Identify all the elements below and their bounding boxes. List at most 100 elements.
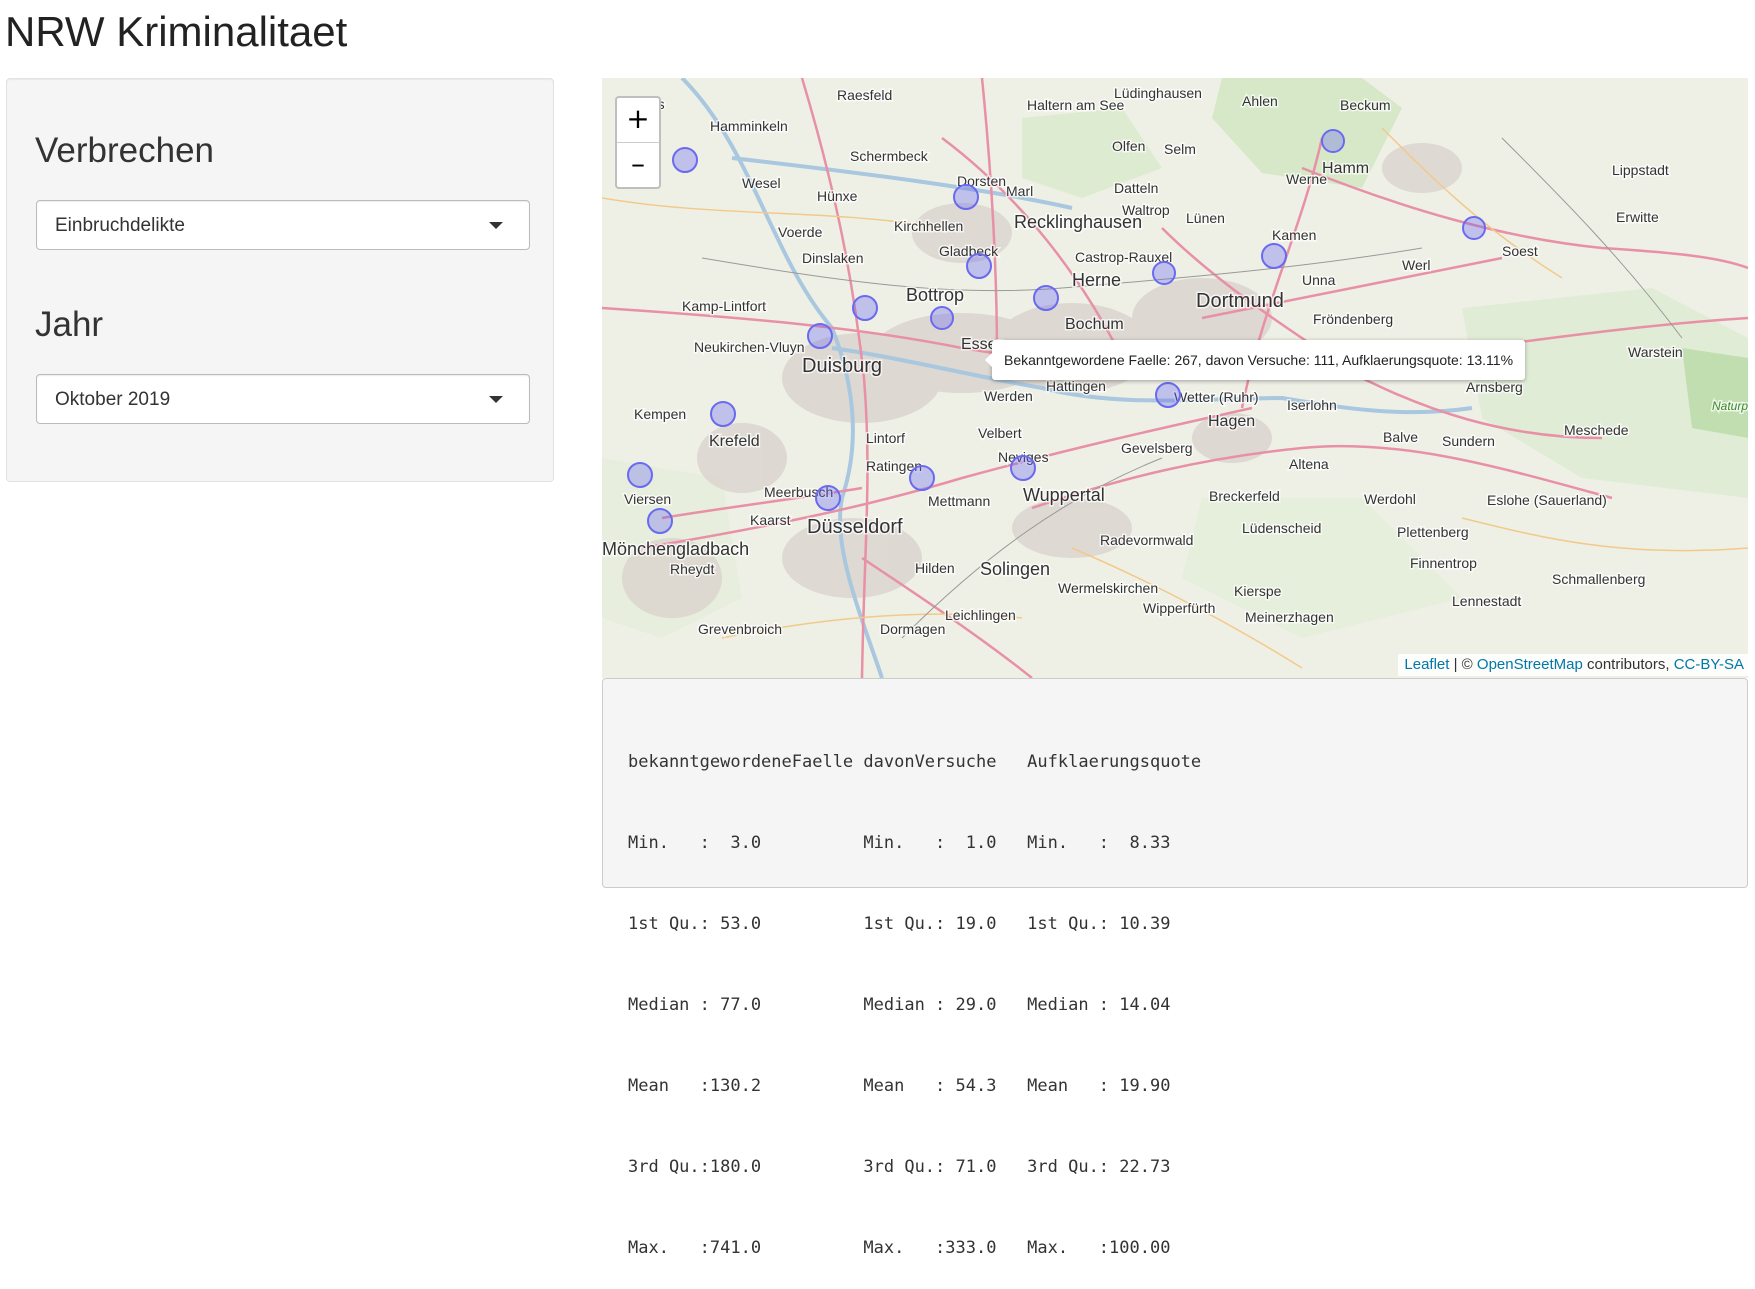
place-label: Wesel [742, 175, 781, 191]
place-label: Erwitte [1616, 209, 1659, 225]
place-label: Fröndenberg [1313, 311, 1393, 327]
place-label: Dormagen [880, 621, 945, 637]
place-label: Naturpark Arnsberger Wald [1712, 399, 1748, 413]
place-label: Lünen [1186, 210, 1225, 226]
place-label: Lennestadt [1452, 593, 1521, 609]
place-label: Gevelsberg [1121, 440, 1193, 456]
place-label: Marl [1006, 183, 1033, 199]
district-marker[interactable] [930, 306, 954, 330]
place-label: Finnentrop [1410, 555, 1477, 571]
district-marker[interactable] [1261, 243, 1287, 269]
place-label: Gladbeck [939, 243, 999, 259]
place-label: Kaarst [750, 512, 791, 528]
place-label: Kierspe [1234, 583, 1282, 599]
year-label: Jahr [35, 305, 104, 344]
place-label: Kirchhellen [894, 218, 963, 234]
place-label: Hagen [1208, 413, 1255, 430]
zoom-out-button[interactable]: – [617, 143, 659, 187]
place-label: Lintorf [866, 430, 905, 446]
place-label: Voerde [778, 224, 823, 240]
district-marker[interactable] [647, 508, 673, 534]
place-label: Bochum [1065, 316, 1124, 333]
place-label: Warstein [1628, 344, 1683, 360]
place-label: Arnsberg [1466, 379, 1523, 395]
place-label: Kamen [1272, 227, 1316, 243]
year-select[interactable]: Oktober 2019 [36, 374, 530, 424]
crime-label: Verbrechen [35, 131, 215, 170]
place-label: Sundern [1442, 433, 1495, 449]
place-label: Hamminkeln [710, 118, 788, 134]
district-marker[interactable] [1152, 261, 1176, 285]
district-marker[interactable] [966, 253, 992, 279]
place-label: Iserlohn [1287, 397, 1337, 413]
district-marker[interactable] [672, 147, 698, 173]
district-marker[interactable] [627, 462, 653, 488]
map-attribution: Leaflet | © OpenStreetMap contributors, … [1398, 654, 1750, 676]
place-label: Datteln [1114, 180, 1158, 196]
place-label: Wipperfürth [1143, 600, 1215, 616]
place-label: Meinerzhagen [1245, 609, 1334, 625]
license-link[interactable]: CC-BY-SA [1674, 656, 1744, 673]
map-tooltip: Bekanntgewordene Faelle: 267, davon Vers… [984, 340, 1526, 380]
place-label: Schermbeck [850, 148, 929, 164]
place-label: Dinslaken [802, 250, 863, 266]
place-label: Solingen [980, 559, 1050, 579]
place-label: Duisburg [802, 355, 882, 377]
place-label: Ahlen [1242, 93, 1278, 109]
place-label: Leichlingen [945, 607, 1016, 623]
place-label: Wuppertal [1023, 485, 1105, 505]
place-label: Plettenberg [1397, 524, 1469, 540]
district-marker[interactable] [807, 323, 833, 349]
place-label: Hilden [915, 560, 955, 576]
place-label: Krefeld [709, 433, 760, 450]
summary-line: Median : 77.0 Median : 29.0 Median : 14.… [628, 995, 1202, 1015]
place-label: Altena [1289, 456, 1329, 472]
district-marker[interactable] [953, 184, 979, 210]
summary-line: Max. :741.0 Max. :333.0 Max. :100.00 [628, 1238, 1202, 1258]
place-label: Rheydt [670, 561, 714, 577]
district-marker[interactable] [852, 295, 878, 321]
place-label: Werne [1286, 171, 1327, 187]
place-label: Wetter (Ruhr) [1174, 389, 1259, 405]
zoom-control: + – [615, 96, 661, 189]
district-marker[interactable] [909, 465, 935, 491]
summary-output: bekanntgewordeneFaelle davonVersuche Auf… [602, 678, 1748, 1258]
place-label: Castrop-Rauxel [1075, 249, 1172, 265]
place-label: Neukirchen-Vluyn [694, 339, 805, 355]
district-marker[interactable] [1010, 455, 1036, 481]
place-label: Kamp-Lintfort [682, 298, 766, 314]
place-label: Selm [1164, 141, 1196, 157]
osm-link[interactable]: OpenStreetMap [1477, 656, 1583, 673]
place-label: Lüdenscheid [1242, 520, 1321, 536]
place-label: Mönchengladbach [602, 539, 749, 559]
place-label: Hünxe [817, 188, 858, 204]
leaflet-link[interactable]: Leaflet [1404, 656, 1449, 673]
place-label: Dortmund [1196, 290, 1284, 312]
crime-select-value: Einbruchdelikte [55, 215, 185, 236]
place-label: Mettmann [928, 493, 990, 509]
summary-line: 1st Qu.: 53.0 1st Qu.: 19.0 1st Qu.: 10.… [628, 914, 1202, 934]
place-label: Eslohe (Sauerland) [1487, 492, 1607, 508]
crime-select[interactable]: Einbruchdelikte [36, 200, 530, 250]
district-marker[interactable] [1155, 382, 1181, 408]
district-marker[interactable] [1462, 216, 1486, 240]
place-label: Kempen [634, 406, 686, 422]
place-label: Viersen [624, 491, 671, 507]
place-label: Hattingen [1046, 378, 1106, 394]
zoom-in-button[interactable]: + [617, 98, 659, 143]
chevron-down-icon [489, 222, 503, 229]
place-label: Lüdinghausen [1114, 85, 1202, 101]
place-label: Haltern am See [1027, 97, 1124, 113]
place-label: Beckum [1340, 97, 1391, 113]
district-marker[interactable] [1033, 285, 1059, 311]
summary-line: Min. : 3.0 Min. : 1.0 Min. : 8.33 [628, 833, 1202, 853]
place-label: Herne [1072, 270, 1121, 290]
summary-line: bekanntgewordeneFaelle davonVersuche Auf… [628, 752, 1202, 772]
place-label: Radevormwald [1100, 532, 1193, 548]
district-marker[interactable] [710, 401, 736, 427]
district-marker[interactable] [815, 485, 841, 511]
place-label: Lippstadt [1612, 162, 1669, 178]
sidebar-panel: Verbrechen Einbruchdelikte Jahr Oktober … [6, 78, 554, 482]
district-marker[interactable] [1321, 129, 1345, 153]
place-label: Unna [1302, 272, 1336, 288]
